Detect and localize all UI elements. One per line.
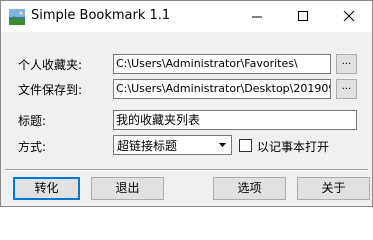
minimize-icon <box>252 16 262 18</box>
about-button[interactable]: 关于 <box>297 177 370 200</box>
mode-selected-value: 超链接标题 <box>117 139 178 153</box>
window-title: Simple Bookmark 1.1 <box>31 8 171 23</box>
close-icon <box>343 10 355 22</box>
convert-button[interactable]: 转化 <box>13 177 80 200</box>
mode-select[interactable]: 超链接标题 <box>113 135 232 155</box>
main-window: Simple Bookmark 1.1 个人收藏夹: C:\Users\Admi… <box>0 0 373 207</box>
open-with-notepad-label[interactable]: 以记事本打开 <box>257 138 329 155</box>
separator <box>5 169 368 171</box>
open-with-notepad-checkbox[interactable] <box>239 139 252 152</box>
options-button[interactable]: 选项 <box>213 177 286 200</box>
exit-button[interactable]: 退出 <box>91 177 164 200</box>
save-to-label: 文件保存到: <box>18 83 83 97</box>
favorites-label: 个人收藏夹: <box>18 58 83 72</box>
mode-label: 方式: <box>18 140 47 154</box>
minimize-button[interactable] <box>234 1 280 32</box>
save-to-browse-button[interactable]: ... <box>336 79 357 99</box>
chevron-down-icon[interactable] <box>214 136 231 154</box>
title-bar[interactable]: Simple Bookmark 1.1 <box>1 1 372 32</box>
title-label: 标题: <box>18 114 47 128</box>
close-button[interactable] <box>326 1 372 32</box>
favorites-path-field[interactable]: C:\Users\Administrator\Favorites\ <box>113 54 331 74</box>
save-to-path-field[interactable]: C:\Users\Administrator\Desktop\20190912\ <box>113 79 331 99</box>
maximize-icon <box>298 11 308 21</box>
favorites-browse-button[interactable]: ... <box>336 54 357 74</box>
maximize-button[interactable] <box>280 1 326 32</box>
title-field[interactable]: 我的收藏夹列表 <box>113 110 357 130</box>
app-icon <box>9 9 25 25</box>
